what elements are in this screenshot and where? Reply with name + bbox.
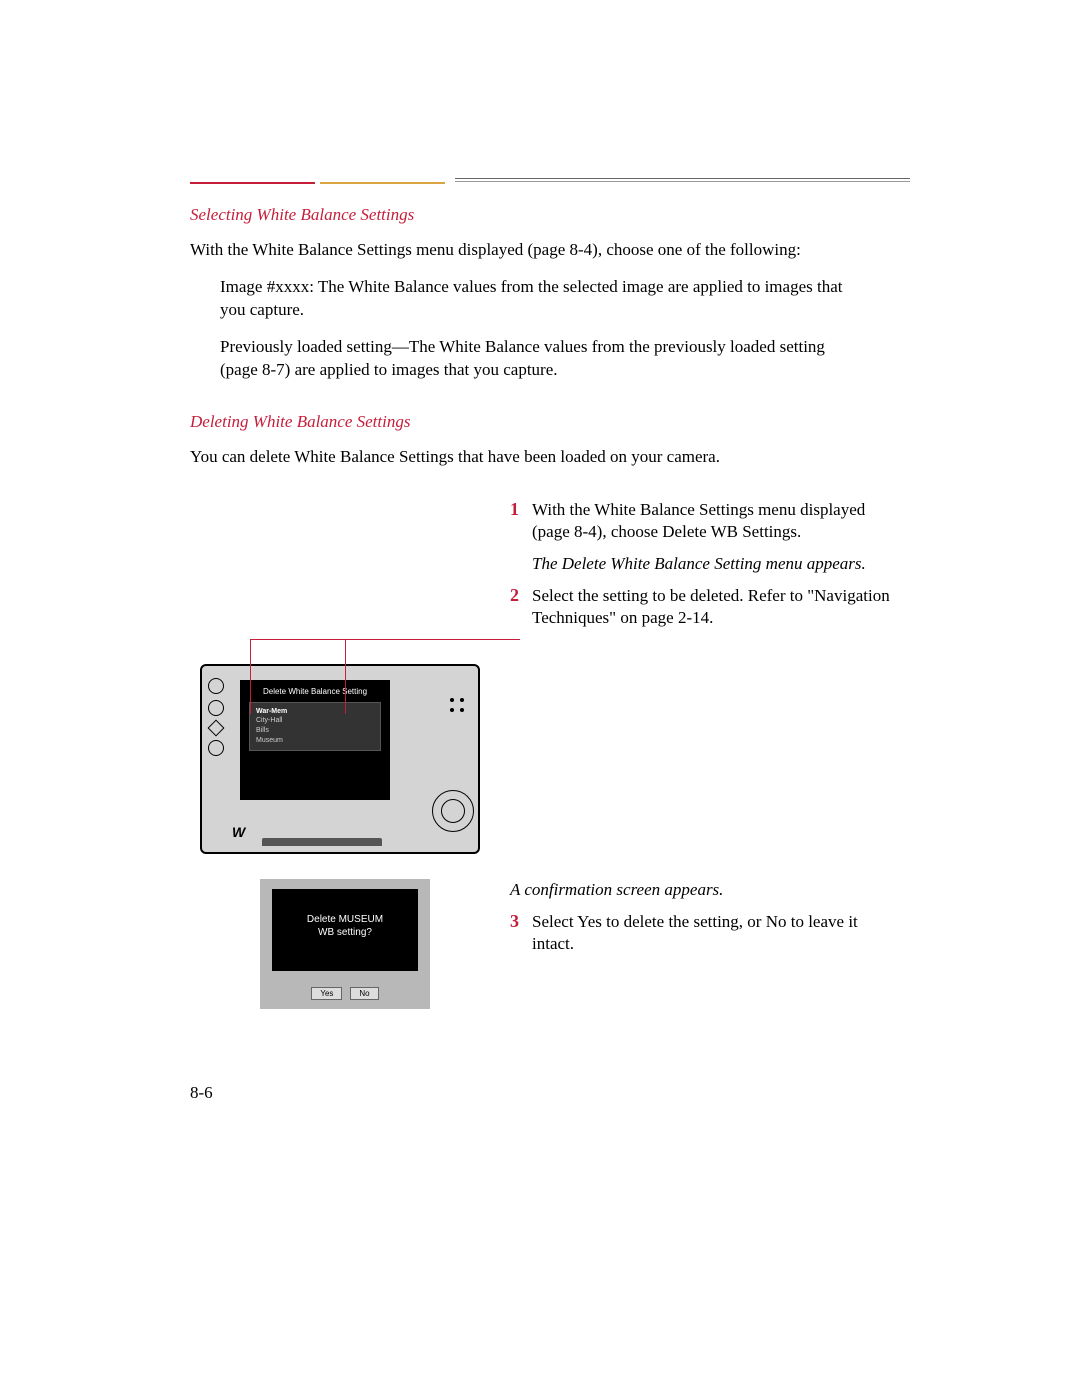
callout-line-horizontal — [250, 639, 520, 640]
lcd-list: War-Mem City-Hall Bills Museum — [249, 702, 381, 751]
yes-button: Yes — [311, 987, 342, 1000]
camera-lcd: Delete White Balance Setting War-Mem Cit… — [240, 680, 390, 800]
step-1-result: The Delete White Balance Setting menu ap… — [532, 553, 900, 575]
confirmation-buttons: Yes No — [260, 983, 430, 1001]
step-2-number: 2 — [510, 585, 532, 606]
step-2-text: Select the setting to be deleted. Refer … — [532, 585, 900, 629]
confirm-line-1: Delete MUSEUM — [307, 914, 383, 925]
confirmation-dialog-illustration: Delete MUSEUM WB setting? Yes No — [260, 879, 430, 1009]
camera-diamond-icon — [208, 719, 225, 736]
lcd-title: Delete White Balance Setting — [241, 681, 389, 700]
step-1-number: 1 — [510, 499, 532, 520]
camera-body: Delete White Balance Setting War-Mem Cit… — [200, 664, 480, 854]
camera-button-3 — [208, 740, 224, 756]
confirmation-text: Delete MUSEUM WB setting? — [272, 889, 418, 939]
page-number: 8-6 — [190, 1083, 213, 1103]
paragraph-deleting-intro: You can delete White Balance Settings th… — [190, 446, 910, 469]
camera-dial — [432, 790, 474, 832]
callout-line-vertical-1 — [250, 639, 251, 714]
lcd-item-2: Bills — [256, 726, 374, 736]
step-3-number: 3 — [510, 911, 532, 932]
lcd-item-3: Museum — [256, 736, 374, 746]
step-2-result: A confirmation screen appears. — [510, 879, 900, 901]
step-3: 3 Select Yes to delete the setting, or N… — [510, 911, 900, 955]
lcd-item-1: City-Hall — [256, 716, 374, 726]
callout-line-vertical-2 — [345, 639, 346, 714]
w-icon: W — [232, 824, 252, 840]
heading-selecting: Selecting White Balance Settings — [190, 205, 910, 225]
no-button: No — [350, 987, 378, 1000]
paragraph-image-xxxx: Image #xxxx: The White Balance values fr… — [220, 276, 860, 322]
lcd-item-0: War-Mem — [256, 707, 374, 717]
confirmation-screen: Delete MUSEUM WB setting? — [272, 889, 418, 971]
four-dots-icon — [448, 696, 466, 714]
page-content: Selecting White Balance Settings With th… — [190, 175, 910, 499]
step-1-text: With the White Balance Settings menu dis… — [532, 499, 900, 543]
step-1: 1 With the White Balance Settings menu d… — [510, 499, 900, 543]
camera-bottom-bar — [262, 838, 382, 846]
heading-deleting: Deleting White Balance Settings — [190, 412, 910, 432]
paragraph-prev-loaded: Previously loaded setting—The White Bala… — [220, 336, 860, 382]
confirm-line-2: WB setting? — [318, 927, 372, 938]
paragraph-selecting-intro: With the White Balance Settings menu dis… — [190, 239, 910, 262]
camera-right-controls — [448, 696, 466, 714]
step-column-2: A confirmation screen appears. 3 Select … — [510, 879, 900, 965]
camera-button-1 — [208, 678, 224, 694]
step-2: 2 Select the setting to be deleted. Refe… — [510, 585, 900, 629]
camera-illustration: Delete White Balance Setting War-Mem Cit… — [200, 664, 480, 854]
camera-left-buttons — [208, 678, 226, 798]
step-3-text: Select Yes to delete the setting, or No … — [532, 911, 900, 955]
camera-button-2 — [208, 700, 224, 716]
step-column: 1 With the White Balance Settings menu d… — [510, 499, 900, 639]
